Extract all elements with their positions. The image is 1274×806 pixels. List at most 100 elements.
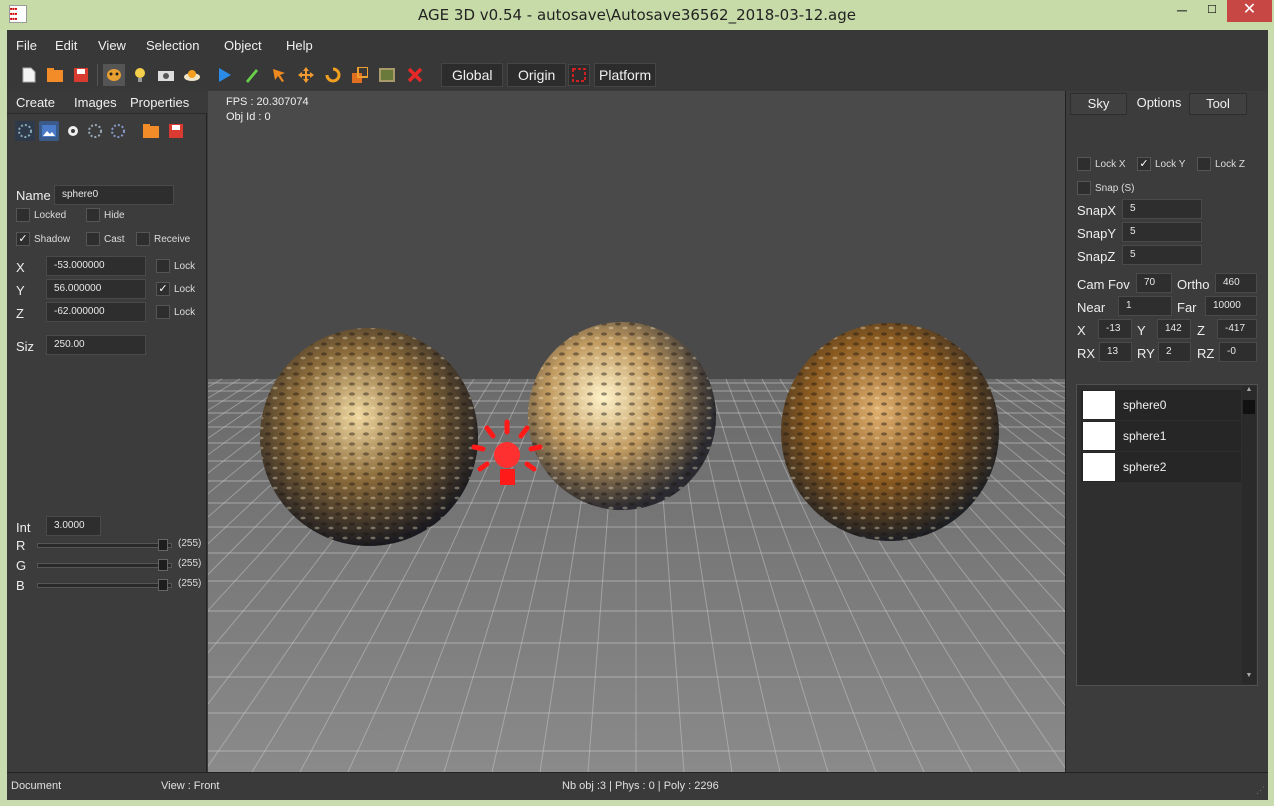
snap-checkbox[interactable] bbox=[1077, 181, 1091, 195]
r-value: (255) bbox=[178, 538, 202, 549]
cast-checkbox[interactable] bbox=[86, 232, 100, 246]
snapx-field[interactable]: 5 bbox=[1122, 199, 1202, 219]
save-icon[interactable] bbox=[70, 64, 92, 86]
menu-help[interactable]: Help bbox=[286, 38, 313, 53]
far-field[interactable]: 10000 bbox=[1205, 296, 1257, 316]
new-file-icon[interactable] bbox=[18, 64, 40, 86]
green-slider[interactable] bbox=[37, 559, 172, 571]
tab-create[interactable]: Create bbox=[16, 95, 55, 110]
lock-y-label: Lock Y bbox=[1155, 159, 1186, 170]
scroll-thumb[interactable] bbox=[1243, 400, 1255, 414]
character-icon[interactable] bbox=[103, 64, 125, 86]
receive-checkbox[interactable] bbox=[136, 232, 150, 246]
blue-slider[interactable] bbox=[37, 579, 172, 591]
minimize-button[interactable]: ─ bbox=[1168, 0, 1196, 22]
locked-checkbox[interactable] bbox=[16, 208, 30, 222]
far-label: Far bbox=[1177, 300, 1197, 315]
object-name: sphere2 bbox=[1123, 460, 1167, 474]
tab-tool[interactable]: Tool bbox=[1189, 93, 1247, 115]
open-folder-icon[interactable] bbox=[44, 64, 66, 86]
cam-fov-field[interactable]: 70 bbox=[1136, 273, 1172, 293]
position-z-field[interactable]: -62.000000 bbox=[46, 302, 146, 322]
toolbar: Global Origin Platform bbox=[7, 61, 1268, 91]
size-field[interactable]: 250.00 bbox=[46, 335, 146, 355]
intensity-field[interactable]: 3.0000 bbox=[46, 516, 101, 536]
name-field[interactable]: sphere0 bbox=[54, 185, 174, 205]
gear-icon[interactable] bbox=[63, 121, 83, 141]
position-x-field[interactable]: -53.000000 bbox=[46, 256, 146, 276]
menu-file[interactable]: File bbox=[16, 38, 37, 53]
red-slider-handle[interactable] bbox=[158, 539, 168, 551]
texture-icon[interactable] bbox=[376, 64, 398, 86]
menu-selection[interactable]: Selection bbox=[146, 38, 199, 53]
tab-options[interactable]: Options bbox=[1129, 93, 1189, 115]
snapz-field[interactable]: 5 bbox=[1122, 245, 1202, 265]
create-object-icon[interactable] bbox=[108, 121, 128, 141]
tab-sky[interactable]: Sky bbox=[1070, 93, 1127, 115]
near-field[interactable]: 1 bbox=[1118, 296, 1172, 316]
list-item[interactable]: sphere2 bbox=[1081, 452, 1241, 482]
snap-label: Snap (S) bbox=[1095, 183, 1135, 194]
scroll-up-icon[interactable]: ▲ bbox=[1242, 386, 1256, 398]
platform-button[interactable]: Platform bbox=[594, 63, 657, 87]
lock-x-checkbox[interactable] bbox=[1077, 157, 1091, 171]
snapz-label: SnapZ bbox=[1077, 249, 1116, 264]
menu-edit[interactable]: Edit bbox=[55, 38, 77, 53]
move-icon[interactable] bbox=[295, 64, 317, 86]
green-slider-handle[interactable] bbox=[158, 559, 168, 571]
tab-images[interactable]: Images bbox=[74, 95, 117, 110]
play-icon[interactable] bbox=[214, 64, 236, 86]
camera-icon[interactable] bbox=[155, 64, 177, 86]
x-lock-label: Lock bbox=[174, 261, 196, 272]
list-item[interactable]: sphere1 bbox=[1081, 421, 1241, 451]
close-button[interactable]: ✕ bbox=[1227, 0, 1272, 22]
list-scrollbar[interactable]: ▲ ▼ bbox=[1242, 386, 1256, 684]
platform-icon[interactable] bbox=[568, 64, 590, 86]
x-lock-checkbox[interactable] bbox=[156, 259, 170, 273]
blue-slider-handle[interactable] bbox=[158, 579, 168, 591]
lock-y-checkbox[interactable]: ✓ bbox=[1137, 157, 1151, 171]
create-sphere-icon[interactable] bbox=[15, 121, 35, 141]
cam-y-field[interactable]: 142 bbox=[1157, 319, 1191, 339]
resize-grip-icon[interactable]: ⋰ bbox=[1256, 785, 1265, 796]
cloud-icon[interactable] bbox=[181, 64, 203, 86]
cam-rx-field[interactable]: 13 bbox=[1099, 342, 1132, 362]
cam-x-field[interactable]: -13 bbox=[1098, 319, 1132, 339]
red-slider[interactable] bbox=[37, 539, 172, 551]
select-arrow-icon[interactable] bbox=[268, 64, 290, 86]
light-bulb-icon[interactable] bbox=[129, 64, 151, 86]
cam-z-label: Z bbox=[1197, 323, 1205, 338]
lock-z-checkbox[interactable] bbox=[1197, 157, 1211, 171]
size-label: Siz bbox=[16, 339, 35, 354]
snapy-field[interactable]: 5 bbox=[1122, 222, 1202, 242]
3d-viewport[interactable]: FPS : 20.307074 Obj Id : 0 bbox=[208, 91, 1065, 772]
menu-view[interactable]: View bbox=[98, 38, 126, 53]
image-icon[interactable] bbox=[39, 121, 59, 141]
global-button[interactable]: Global bbox=[441, 63, 504, 87]
scale-icon[interactable] bbox=[349, 64, 371, 86]
menu-object[interactable]: Object bbox=[224, 38, 262, 53]
list-item[interactable]: sphere0 bbox=[1081, 390, 1241, 420]
pencil-icon[interactable] bbox=[241, 64, 263, 86]
y-lock-checkbox[interactable]: ✓ bbox=[156, 282, 170, 296]
cam-ry-field[interactable]: 2 bbox=[1158, 342, 1191, 362]
origin-button[interactable]: Origin bbox=[507, 63, 567, 87]
cam-z-field[interactable]: -417 bbox=[1217, 319, 1257, 339]
window-title: AGE 3D v0.54 - autosave\Autosave36562_20… bbox=[418, 6, 856, 24]
tab-properties[interactable]: Properties bbox=[130, 95, 189, 110]
position-y-field[interactable]: 56.000000 bbox=[46, 279, 146, 299]
ortho-field[interactable]: 460 bbox=[1215, 273, 1257, 293]
rotate-icon[interactable] bbox=[322, 64, 344, 86]
snapx-label: SnapX bbox=[1077, 203, 1117, 218]
save-icon[interactable] bbox=[166, 121, 186, 141]
hide-checkbox[interactable] bbox=[86, 208, 100, 222]
create-light-icon[interactable] bbox=[85, 121, 105, 141]
maximize-button[interactable]: ☐ bbox=[1198, 0, 1226, 22]
delete-icon[interactable] bbox=[404, 64, 426, 86]
open-folder-icon[interactable] bbox=[141, 121, 161, 141]
cam-rz-field[interactable]: -0 bbox=[1219, 342, 1257, 362]
object-list[interactable]: sphere0 sphere1 sphere2 ▲ ▼ bbox=[1076, 384, 1258, 686]
z-lock-checkbox[interactable] bbox=[156, 305, 170, 319]
scroll-down-icon[interactable]: ▼ bbox=[1242, 672, 1256, 684]
shadow-checkbox[interactable]: ✓ bbox=[16, 232, 30, 246]
